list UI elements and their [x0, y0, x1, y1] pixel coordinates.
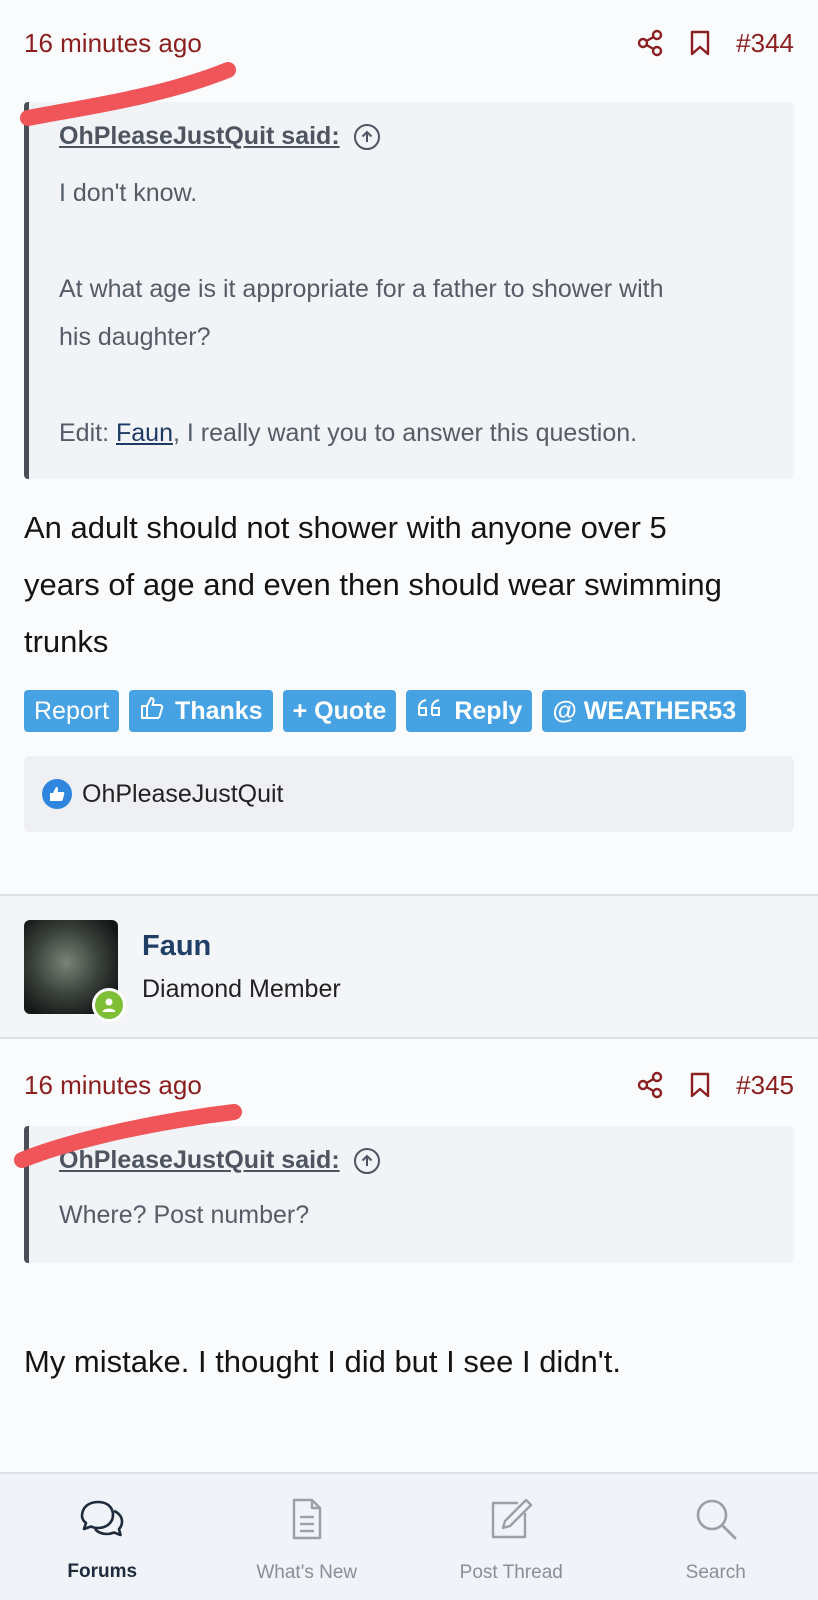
- quote-button[interactable]: + Quote: [282, 690, 397, 732]
- quote-text: I don't know. At what age is it appropri…: [59, 169, 764, 457]
- post-meta-actions: #345: [636, 1070, 794, 1101]
- mention-label: @ WEATHER53: [552, 696, 737, 725]
- edit-prefix: Edit:: [59, 419, 116, 447]
- post-number[interactable]: #345: [736, 1070, 794, 1101]
- quote-text: Where? Post number?: [59, 1191, 764, 1239]
- thanks-label: Thanks: [175, 696, 263, 725]
- bottom-navigation: Forums What's New Post Thread Search: [0, 1472, 818, 1600]
- post-action-bar: Report Thanks + Quote Reply @ WEATHER53: [24, 690, 794, 732]
- post-body-line: An adult should not shower with anyone o…: [24, 510, 667, 545]
- nav-post-thread[interactable]: Post Thread: [409, 1474, 614, 1600]
- user-details: Faun Diamond Member: [142, 930, 341, 1004]
- nav-whats-new[interactable]: What's New: [205, 1474, 410, 1600]
- post-body-line: years of age and even then should wear s…: [24, 567, 722, 602]
- post-345: 16 minutes ago #345 OhPleaseJustQuit sai…: [0, 1060, 818, 1390]
- post-time[interactable]: 16 minutes ago: [24, 1070, 202, 1101]
- quote-marks-icon: [416, 697, 444, 726]
- quote-line: At what age is it appropriate for a fath…: [59, 275, 664, 303]
- share-icon[interactable]: [636, 1071, 664, 1099]
- nav-label: Search: [685, 1561, 746, 1583]
- forums-icon: [78, 1498, 126, 1545]
- nav-label: Forums: [67, 1560, 138, 1582]
- user-info-strip: Faun Diamond Member: [0, 894, 818, 1039]
- post-body: My mistake. I thought I did but I see I …: [24, 1333, 794, 1390]
- quote-line: Where? Post number?: [59, 1201, 310, 1229]
- post-meta-actions: #344: [636, 28, 794, 59]
- nav-forums[interactable]: Forums: [0, 1474, 205, 1600]
- quote-author-link[interactable]: OhPleaseJustQuit said:: [59, 122, 340, 151]
- online-status-icon: [92, 987, 126, 1022]
- quote-head: OhPleaseJustQuit said:: [59, 122, 764, 151]
- post-meta: 16 minutes ago #345: [24, 1060, 794, 1110]
- quote-block: OhPleaseJustQuit said: Where? Post numbe…: [24, 1126, 794, 1263]
- report-button[interactable]: Report: [24, 690, 120, 732]
- post-body-line: My mistake. I thought I did but I see I …: [24, 1344, 621, 1379]
- avatar[interactable]: [24, 919, 126, 1022]
- quote-line: his daughter?: [59, 323, 211, 351]
- share-icon[interactable]: [636, 29, 664, 57]
- jump-to-quote-icon[interactable]: [353, 1147, 380, 1174]
- quote-head: OhPleaseJustQuit said:: [59, 1146, 764, 1175]
- user-title: Diamond Member: [142, 974, 341, 1003]
- reaction-user[interactable]: OhPleaseJustQuit: [82, 780, 284, 809]
- mention-button[interactable]: @ WEATHER53: [542, 690, 747, 732]
- quote-author-link[interactable]: OhPleaseJustQuit said:: [59, 1146, 340, 1175]
- thumbs-up-icon: [139, 695, 165, 728]
- post-body-line: trunks: [24, 624, 109, 659]
- quote-block: OhPleaseJustQuit said: I don't know. At …: [24, 102, 794, 479]
- post-meta: 16 minutes ago #344: [24, 18, 794, 68]
- user-name[interactable]: Faun: [142, 930, 341, 963]
- quote-edit-line: Edit: Faun, I really want you to answer …: [59, 409, 764, 457]
- mention-link-faun[interactable]: Faun: [116, 419, 173, 447]
- post-344: 16 minutes ago #344 OhPleaseJustQuit sai…: [0, 0, 818, 832]
- search-icon: [694, 1497, 738, 1546]
- reply-button[interactable]: Reply: [406, 690, 533, 732]
- pencil-icon: [488, 1497, 534, 1546]
- document-icon: [289, 1497, 325, 1546]
- post-body: An adult should not shower with anyone o…: [24, 499, 794, 670]
- nav-search[interactable]: Search: [614, 1474, 818, 1600]
- edit-suffix: , I really want you to answer this quest…: [172, 419, 638, 447]
- quote-line: I don't know.: [59, 179, 198, 207]
- quote-label: + Quote: [292, 696, 387, 725]
- bookmark-icon[interactable]: [686, 1071, 714, 1099]
- nav-label: What's New: [256, 1561, 358, 1583]
- post-number[interactable]: #344: [736, 28, 794, 59]
- reply-label: Reply: [454, 696, 523, 725]
- report-label: Report: [34, 696, 110, 725]
- jump-to-quote-icon[interactable]: [353, 123, 380, 150]
- post-time[interactable]: 16 minutes ago: [24, 28, 202, 59]
- like-reaction-icon: [42, 779, 72, 809]
- bookmark-icon[interactable]: [686, 29, 714, 57]
- reactions-bar[interactable]: OhPleaseJustQuit: [24, 756, 794, 832]
- nav-label: Post Thread: [459, 1561, 563, 1583]
- thanks-button[interactable]: Thanks: [129, 690, 273, 732]
